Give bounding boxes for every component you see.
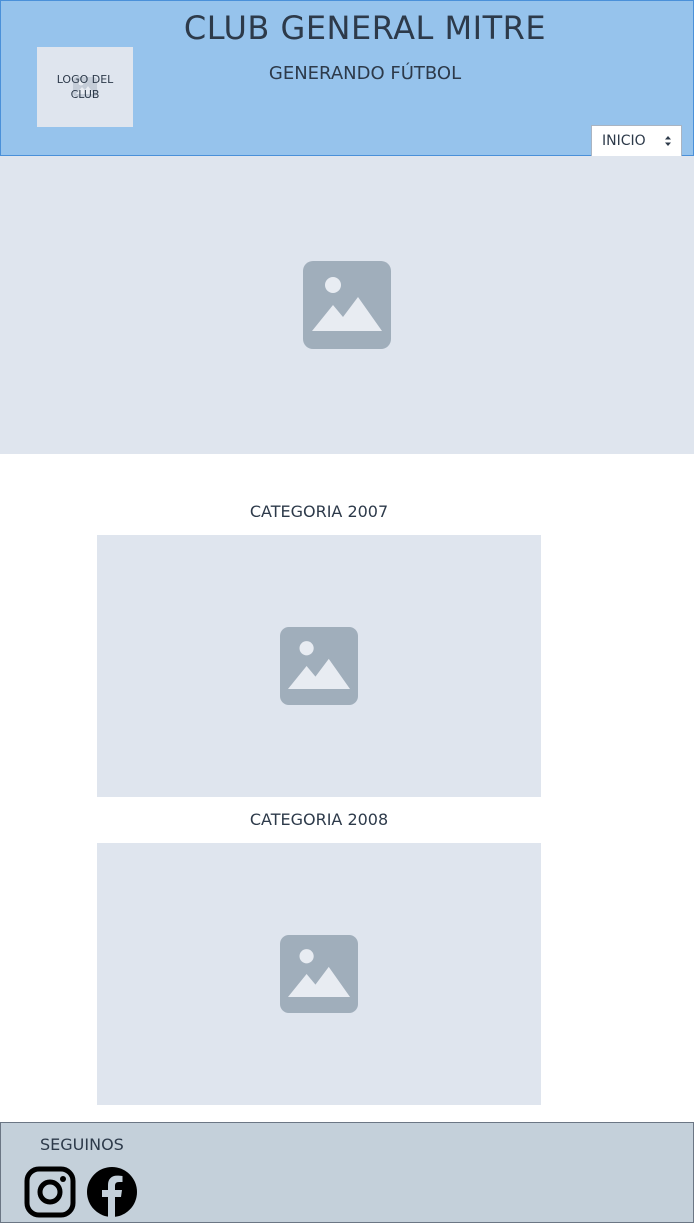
category-title: CATEGORIA 2008 — [249, 810, 389, 829]
club-logo: LOGO DEL CLUB — [37, 47, 133, 127]
image-placeholder-icon — [280, 935, 358, 1013]
instagram-icon[interactable] — [24, 1166, 76, 1218]
hero-banner — [0, 156, 694, 454]
footer-title: SEGUINOS — [40, 1135, 124, 1154]
image-placeholder-icon — [303, 261, 391, 349]
image-placeholder-icon — [280, 627, 358, 705]
site-footer: SEGUINOS — [0, 1122, 694, 1223]
select-arrows-icon — [665, 136, 671, 146]
site-title: CLUB GENERAL MITRE — [183, 9, 547, 47]
site-subtitle: GENERANDO FÚTBOL — [268, 63, 462, 84]
nav-select[interactable]: INICIO — [591, 125, 682, 157]
site-header: LOGO DEL CLUB CLUB GENERAL MITRE GENERAN… — [0, 0, 694, 157]
category-image[interactable] — [97, 535, 541, 797]
facebook-icon[interactable] — [86, 1166, 138, 1218]
category-title: CATEGORIA 2007 — [249, 502, 389, 521]
category-image[interactable] — [97, 843, 541, 1105]
nav-select-value: INICIO — [602, 133, 646, 149]
